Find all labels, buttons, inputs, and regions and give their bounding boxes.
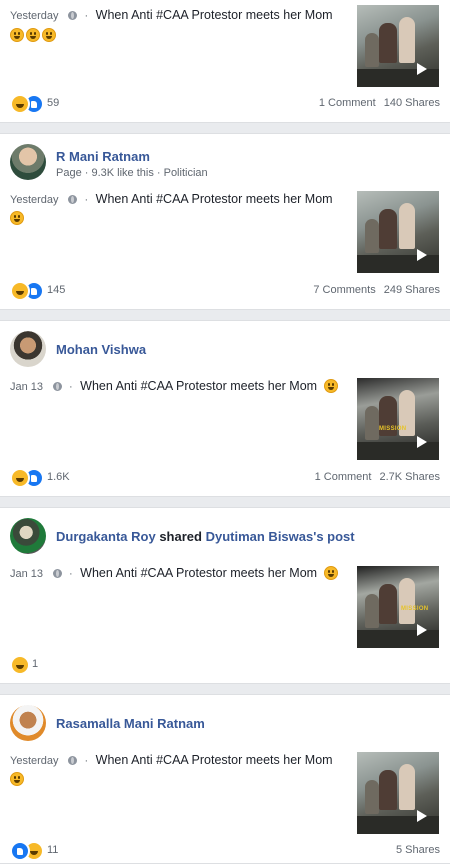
author-name[interactable]: R Mani Ratnam [56, 149, 150, 164]
laughing-emoji-icon [323, 379, 338, 393]
comments-link[interactable]: 1 Comment [315, 471, 372, 483]
video-thumbnail[interactable] [357, 191, 439, 273]
play-icon[interactable] [417, 810, 427, 822]
post-stats: 1 Comment 2.7K Shares [315, 471, 440, 483]
post-meta: Jan 13 · When Anti #CAA Protestor meets … [10, 566, 340, 580]
shares-link[interactable]: 249 Shares [384, 284, 440, 296]
reaction-count[interactable]: 11 [47, 844, 58, 856]
globe-icon [52, 382, 62, 391]
post-timestamp[interactable]: Jan 13 [10, 381, 43, 393]
separator-dot: · [69, 568, 73, 580]
thumbnail-watermark: MISSION [379, 426, 407, 432]
post-meta: Yesterday · When Anti #CAA Protestor mee… [10, 192, 333, 206]
post-timestamp[interactable]: Jan 13 [10, 568, 43, 580]
avatar[interactable] [10, 331, 46, 367]
post-card: Mohan Vishwa Jan 13 · When Anti #CAA Pro… [0, 320, 450, 497]
video-thumbnail[interactable]: MISSION [357, 566, 439, 648]
post-card: Yesterday · When Anti #CAA Protestor mee… [0, 0, 450, 123]
thumbnail-watermark: MISSION [401, 606, 429, 612]
post-meta: Yesterday · When Anti #CAA Protestor mee… [10, 753, 333, 767]
laughing-emoji-icon [10, 772, 24, 786]
post-stats: 1 Comment 140 Shares [319, 97, 440, 109]
post-emojis [10, 26, 58, 44]
comments-link[interactable]: 7 Comments [313, 284, 375, 296]
globe-icon [68, 195, 78, 204]
separator-dot: · [84, 10, 89, 22]
laughing-emoji-icon [26, 28, 40, 42]
post-stats: 5 Shares [396, 844, 440, 856]
avatar[interactable] [10, 144, 46, 180]
reaction-count[interactable]: 59 [47, 97, 59, 109]
post-text: When Anti #CAA Protestor meets her Mom [95, 8, 333, 22]
post-timestamp[interactable]: Yesterday [10, 194, 59, 206]
play-icon[interactable] [417, 624, 427, 636]
post-card: R Mani Ratnam Page · 9.3K like this · Po… [0, 133, 450, 310]
page-info: Page · 9.3K like this · Politician [56, 167, 208, 179]
shares-link[interactable]: 5 Shares [396, 844, 440, 856]
shares-link[interactable]: 2.7K Shares [379, 471, 440, 483]
play-icon[interactable] [417, 249, 427, 261]
video-thumbnail[interactable]: MISSION [357, 378, 439, 460]
avatar[interactable] [10, 705, 46, 741]
globe-icon [52, 569, 62, 578]
laughing-emoji-icon [10, 211, 24, 225]
post-meta: Yesterday · When Anti #CAA Protestor mee… [10, 8, 333, 22]
globe-icon [68, 756, 78, 765]
separator-dot: · [84, 194, 89, 206]
video-thumbnail[interactable] [357, 5, 439, 87]
haha-reaction-icon [10, 655, 30, 675]
post-timestamp[interactable]: Yesterday [10, 10, 59, 22]
reaction-count[interactable]: 145 [47, 284, 65, 296]
reaction-count[interactable]: 1.6K [47, 471, 70, 483]
play-icon[interactable] [417, 63, 427, 75]
post-text: When Anti #CAA Protestor meets her Mom [95, 192, 333, 206]
post-emojis [10, 209, 26, 227]
haha-reaction-icon [10, 468, 30, 488]
play-icon[interactable] [417, 436, 427, 448]
post-timestamp[interactable]: Yesterday [10, 755, 59, 767]
post-text: When Anti #CAA Protestor meets her Mom [80, 379, 318, 393]
laughing-emoji-icon [42, 28, 56, 42]
author-name[interactable]: Mohan Vishwa [56, 342, 146, 357]
post-text: When Anti #CAA Protestor meets her Mom [80, 566, 318, 580]
haha-reaction-icon [10, 94, 30, 114]
reaction-count[interactable]: 1 [32, 658, 38, 670]
post-stats: 7 Comments 249 Shares [313, 284, 440, 296]
video-thumbnail[interactable] [357, 752, 439, 834]
shared-source-link[interactable]: Dyutiman Biswas's post [206, 529, 355, 544]
shared-label: shared [159, 529, 202, 544]
like-reaction-icon [10, 841, 30, 861]
haha-reaction-icon [10, 281, 30, 301]
post-meta: Jan 13 · When Anti #CAA Protestor meets … [10, 379, 340, 393]
laughing-emoji-icon [323, 566, 338, 580]
post-card: Rasamalla Mani Ratnam Yesterday · When A… [0, 694, 450, 864]
post-card: Durgakanta Roy shared Dyutiman Biswas's … [0, 507, 450, 684]
author-name[interactable]: Durgakanta Roy [56, 529, 156, 544]
globe-icon [68, 11, 78, 20]
avatar[interactable] [10, 518, 46, 554]
separator-dot: · [84, 755, 89, 767]
comments-link[interactable]: 1 Comment [319, 97, 376, 109]
author-name[interactable]: Rasamalla Mani Ratnam [56, 716, 205, 731]
laughing-emoji-icon [10, 28, 24, 42]
separator-dot: · [69, 381, 73, 393]
shares-link[interactable]: 140 Shares [384, 97, 440, 109]
post-text: When Anti #CAA Protestor meets her Mom [95, 753, 333, 767]
post-emojis [10, 770, 26, 788]
